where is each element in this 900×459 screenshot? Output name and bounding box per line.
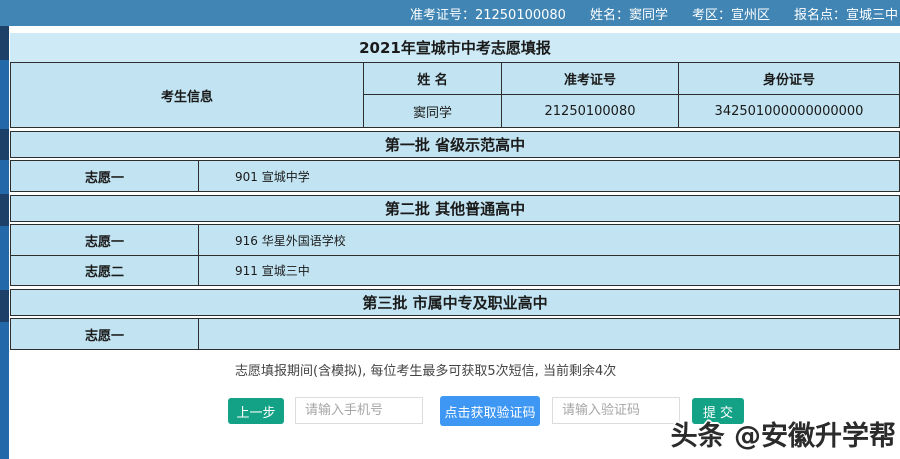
topbar-exam-number: 准考证号：21250100080: [409, 7, 566, 23]
table-row: 志愿一: [11, 319, 899, 349]
choice2-value: 911 宣城三中: [235, 264, 310, 278]
batch1-header: 第一批 省级示范高中: [10, 131, 900, 158]
left-edge-segment: [0, 194, 9, 226]
left-edge-segment: [0, 322, 9, 459]
table-row: 志愿一 901 宣城中学: [11, 161, 899, 191]
left-edge-segment: [0, 226, 9, 290]
column-header-name: 姓 名: [363, 63, 501, 95]
batch3-header: 第三批 市属中专及职业高中: [10, 289, 900, 316]
candidate-id-number-value: 342501000000000000: [678, 95, 899, 127]
left-edge-decoration: [0, 26, 9, 459]
sms-quota-note: 志愿填报期间(含模拟), 每位考生最多可获取5次短信, 当前剩余4次: [235, 364, 617, 379]
verification-code-input[interactable]: [552, 397, 680, 424]
column-header-exam-number: 准考证号: [501, 63, 678, 95]
choice1-label: 志愿一: [11, 319, 199, 349]
choice1-label: 志愿一: [11, 161, 199, 191]
choice1-value: 901 宣城中学: [235, 169, 310, 184]
get-verification-code-button[interactable]: 点击获取验证码: [440, 396, 540, 426]
table-row: 志愿一 916 华星外国语学校: [11, 225, 899, 255]
left-edge-segment: [0, 26, 9, 60]
candidate-name-value: 窦同学: [363, 95, 501, 127]
batch1-table: 志愿一 901 宣城中学: [10, 160, 900, 192]
left-edge-segment: [0, 290, 9, 322]
topbar-exam-district: 考区：宣州区: [691, 7, 770, 23]
batch2-table: 志愿一 916 华星外国语学校 志愿二 911 宣城三中: [10, 224, 900, 286]
column-header-id-number: 身份证号: [678, 63, 899, 95]
candidate-info-table: 考生信息 姓 名 准考证号 身份证号 窦同学 21250100080 34250…: [10, 62, 900, 128]
previous-step-button[interactable]: 上一步: [228, 398, 284, 424]
choice1-value: 916 华星外国语学校: [235, 233, 346, 248]
topbar: 准考证号：21250100080 姓名：窦同学 考区：宣州区 报名点：宣城三中: [0, 0, 900, 26]
table-row: 志愿二 911 宣城三中: [11, 255, 899, 285]
topbar-registration-site: 报名点：宣城三中: [793, 7, 898, 23]
choice2-label: 志愿二: [11, 256, 199, 285]
application-form-panel: 2021年宣城市中考志愿填报 考生信息 姓 名 准考证号 身份证号 窦同学 21…: [10, 33, 900, 350]
topbar-student-name: 姓名：窦同学: [589, 7, 668, 23]
candidate-info-header: 考生信息: [160, 89, 213, 105]
batch2-header: 第二批 其他普通高中: [10, 195, 900, 222]
batch3-table: 志愿一: [10, 318, 900, 350]
choice1-label: 志愿一: [11, 225, 199, 255]
page-title: 2021年宣城市中考志愿填报: [10, 33, 900, 62]
phone-input[interactable]: [295, 397, 423, 424]
left-edge-segment: [0, 60, 9, 129]
toutiao-watermark: 头条 @安徽升学帮: [670, 421, 896, 452]
choice1-value: [199, 319, 899, 349]
candidate-exam-number-value: 21250100080: [501, 95, 678, 127]
left-edge-segment: [0, 160, 9, 194]
left-edge-segment: [0, 129, 9, 160]
